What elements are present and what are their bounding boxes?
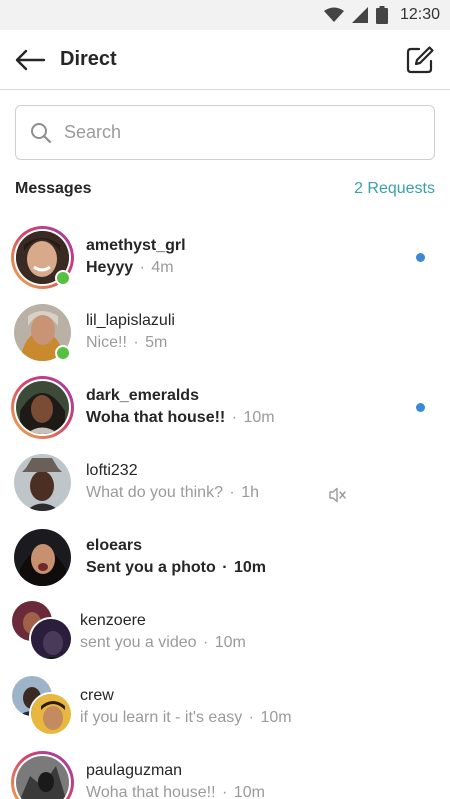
online-indicator (55, 345, 71, 361)
thread-time: 10m (233, 784, 265, 799)
thread-time: 10m (243, 409, 275, 426)
unread-indicator (416, 403, 425, 412)
thread-username: dark_emeralds (86, 387, 199, 404)
avatar (11, 376, 74, 439)
thread-list: amethyst_grl Heyyy · 4m lil_lapislazuli … (0, 220, 450, 799)
thread-preview: Heyyy (86, 259, 134, 276)
thread-preview: sent you a video (80, 634, 197, 651)
thread-row[interactable]: dark_emeralds Woha that house!! · 10m (0, 370, 450, 445)
thread-row[interactable]: kenzoere sent you a video · 10m (0, 595, 450, 670)
avatar (11, 301, 74, 364)
search-input[interactable] (64, 122, 404, 143)
page-title: Direct (60, 48, 117, 70)
status-bar: 12:30 (0, 0, 450, 30)
status-time: 12:30 (399, 6, 440, 23)
search-icon (31, 122, 52, 143)
cellular-signal-icon (351, 7, 368, 23)
thread-time: 4m (151, 259, 174, 276)
thread-time: 10m (234, 559, 267, 576)
header: Direct (0, 30, 450, 90)
battery-icon (375, 6, 388, 24)
back-button[interactable] (0, 30, 60, 90)
thread-row[interactable]: eloears Sent you a photo · 10m (0, 520, 450, 595)
thread-preview: if you learn it - it's easy (80, 709, 243, 726)
online-indicator (55, 270, 71, 286)
thread-row[interactable]: crew if you learn it - it's easy · 10m (0, 670, 450, 745)
thread-time: 5m (145, 334, 168, 351)
thread-preview: Nice!! (86, 334, 127, 351)
messages-title: Messages (15, 180, 92, 197)
muted-icon (329, 487, 346, 503)
thread-username: lil_lapislazuli (86, 312, 175, 329)
wifi-icon (323, 7, 344, 22)
thread-username: crew (80, 687, 114, 704)
messages-header: Messages 2 Requests (15, 180, 435, 198)
search-bar[interactable] (15, 105, 435, 160)
thread-preview: What do you think? (86, 484, 223, 501)
unread-indicator (416, 253, 425, 262)
thread-row[interactable]: lil_lapislazuli Nice!! · 5m (0, 295, 450, 370)
group-avatar (11, 676, 74, 739)
back-arrow-icon (15, 49, 46, 70)
thread-preview: Woha that house!! (86, 784, 216, 799)
thread-username: paulaguzman (86, 762, 183, 779)
requests-link[interactable]: 2 Requests (354, 180, 435, 198)
avatar (11, 226, 74, 289)
compose-icon (406, 46, 434, 74)
thread-time: 10m (260, 709, 292, 726)
avatar (11, 751, 74, 799)
thread-username: kenzoere (80, 612, 146, 629)
thread-row[interactable]: lofti232 What do you think? · 1h (0, 445, 450, 520)
avatar (11, 451, 74, 514)
thread-preview: Woha that house!! (86, 409, 226, 426)
thread-username: lofti232 (86, 462, 138, 479)
thread-row[interactable]: paulaguzman Woha that house!! · 10m (0, 745, 450, 799)
thread-username: amethyst_grl (86, 237, 186, 254)
thread-time: 10m (214, 634, 246, 651)
thread-time: 1h (241, 484, 259, 501)
thread-row[interactable]: amethyst_grl Heyyy · 4m (0, 220, 450, 295)
thread-username: eloears (86, 537, 143, 554)
avatar (11, 526, 74, 589)
group-avatar (11, 601, 74, 664)
thread-preview: Sent you a photo (86, 559, 216, 576)
new-message-button[interactable] (404, 44, 436, 76)
